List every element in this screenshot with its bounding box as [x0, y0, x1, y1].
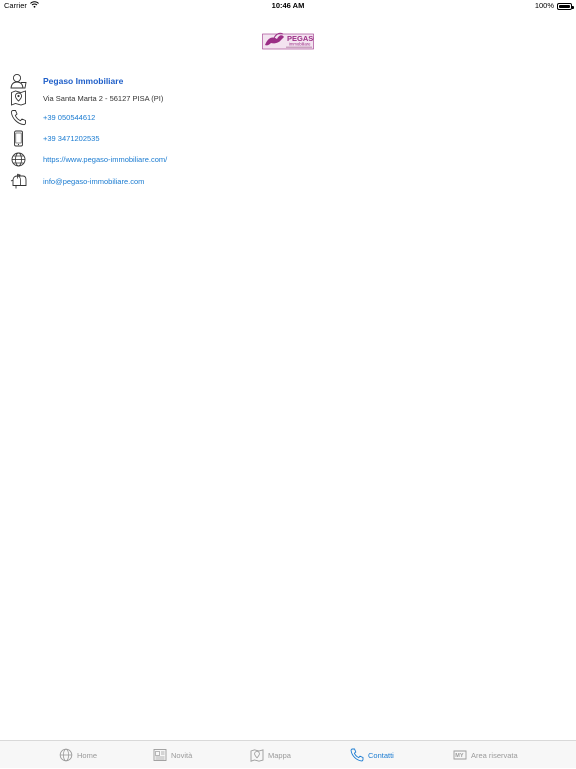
logo-subtitle: immobiliare: [289, 42, 311, 47]
mailbox-icon: [10, 172, 27, 189]
tab-contatti[interactable]: Contatti: [350, 741, 394, 769]
newspaper-icon: [153, 748, 167, 762]
tab-novita[interactable]: Novità: [153, 741, 192, 769]
contact-mobile[interactable]: +39 3471202535: [43, 134, 100, 143]
map-icon: [250, 748, 264, 762]
tab-contatti-label: Contatti: [368, 750, 394, 760]
status-bar: Carrier 10:46 AM 100%: [0, 0, 576, 12]
contact-email[interactable]: info@pegaso-immobiliare.com: [43, 177, 144, 186]
contact-phone-row[interactable]: +39 050544612: [0, 109, 576, 129]
status-time: 10:46 AM: [271, 1, 305, 10]
phone-icon: [10, 109, 27, 126]
contact-email-row[interactable]: info@pegaso-immobiliare.com: [0, 172, 576, 192]
tab-area-riservata[interactable]: MY Area riservata: [453, 741, 518, 769]
phone-icon: [350, 748, 364, 762]
tab-mappa-label: Mappa: [268, 750, 291, 760]
contact-mobile-row[interactable]: +39 3471202535: [0, 130, 576, 150]
pegaso-logo: PEGASO immobiliare: [262, 31, 319, 50]
status-right: 100%: [534, 0, 574, 12]
tab-home-label: Home: [77, 750, 98, 760]
contact-address-row[interactable]: Via Santa Marta 2 - 56127 PISA (PI): [0, 89, 576, 109]
globe-icon: [59, 748, 73, 762]
contact-website-row[interactable]: https://www.pegaso-immobiliare.com/: [0, 151, 576, 171]
map-pin-icon: [10, 89, 27, 106]
tab-area-riservata-label: Area riservata: [471, 750, 518, 760]
contact-address: Via Santa Marta 2 - 56127 PISA (PI): [43, 94, 164, 103]
battery-percent: 100%: [534, 1, 554, 10]
globe-icon: [10, 151, 27, 168]
contact-phone[interactable]: +39 050544612: [43, 113, 95, 122]
tab-bar: Home Novità Mappa Contatti MY Area riser…: [0, 740, 576, 768]
tab-home[interactable]: Home: [59, 741, 97, 769]
my-area-icon: MY: [453, 748, 467, 762]
battery-fill: [559, 4, 570, 8]
mobile-phone-icon: [10, 130, 27, 147]
contact-website[interactable]: https://www.pegaso-immobiliare.com/: [43, 155, 167, 164]
tab-mappa[interactable]: Mappa: [250, 741, 291, 769]
svg-text:MY: MY: [455, 753, 464, 759]
contact-name: Pegaso Immobiliare: [43, 76, 124, 86]
person-icon: [10, 73, 27, 90]
battery-icon: [557, 2, 574, 10]
tab-novita-label: Novità: [171, 750, 193, 760]
